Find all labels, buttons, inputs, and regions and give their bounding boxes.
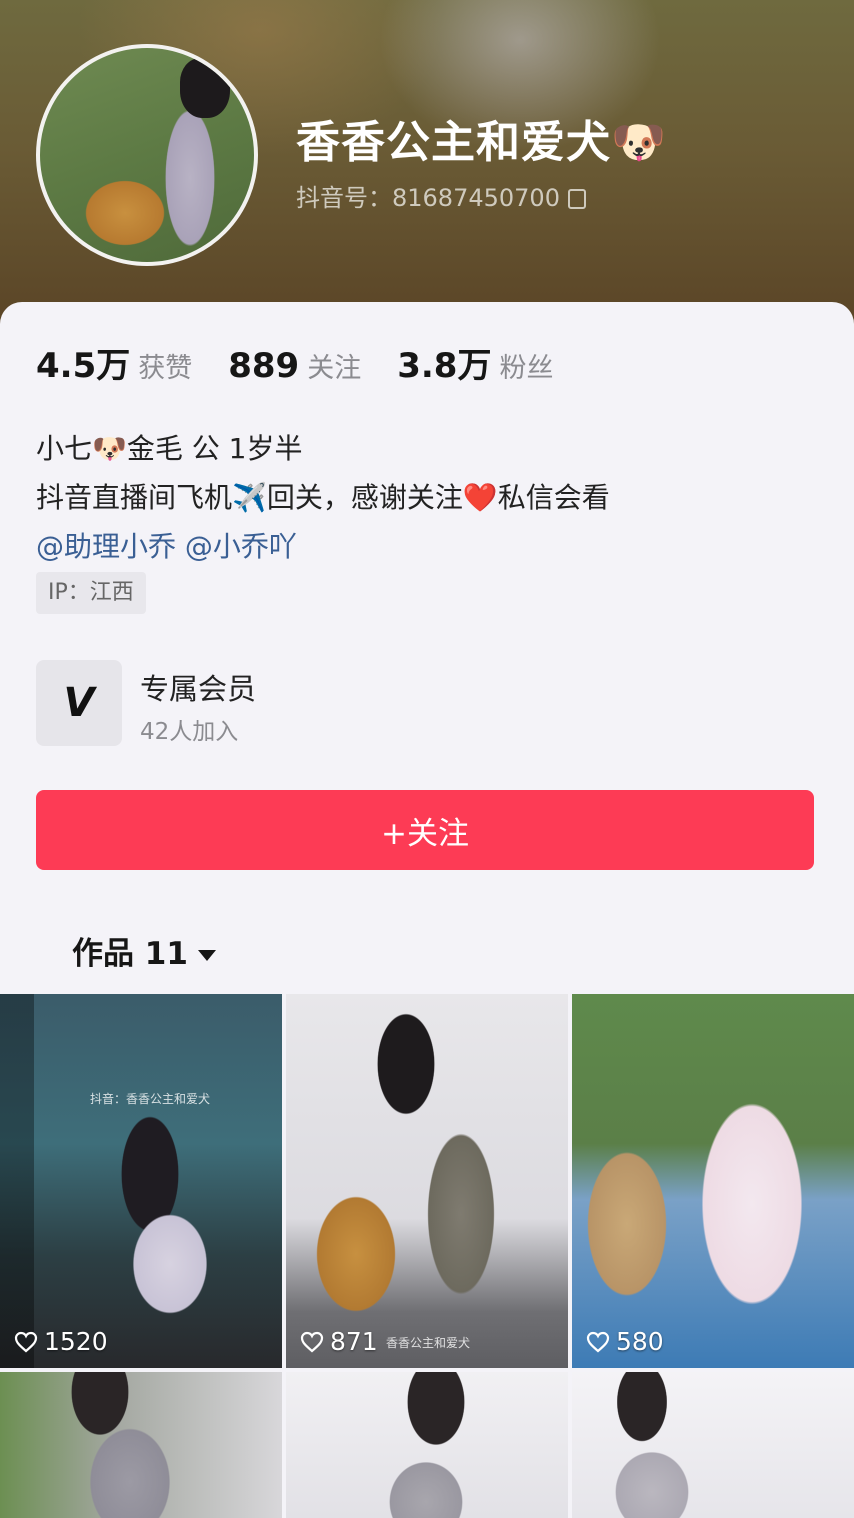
video-watermark: 香香公主和爱犬: [386, 1336, 471, 1350]
follow-button[interactable]: +关注: [36, 790, 814, 870]
chevron-down-icon: [197, 950, 216, 961]
bio-line-2: 抖音直播间飞机✈️回关，感谢关注❤️私信会看: [36, 481, 610, 514]
video-watermark: 抖音：香香公主和爱犬: [90, 1092, 211, 1106]
membership-subtitle: 42人加入: [140, 719, 239, 745]
stat-followers-value: 3.8万: [397, 346, 492, 386]
like-count-text: 1520: [44, 1327, 108, 1356]
video-like-count: 871: [300, 1327, 378, 1356]
stats-row: 4.5万 获赞 889 关注 3.8万 粉丝: [36, 338, 589, 387]
video-thumbnail[interactable]: 香香公主和爱犬 871: [286, 994, 568, 1368]
stat-followers[interactable]: 3.8万 粉丝: [397, 338, 553, 387]
stat-likes[interactable]: 4.5万 获赞: [36, 338, 192, 387]
stat-following-value: 889: [228, 346, 300, 386]
membership-title[interactable]: 专属会员: [140, 666, 256, 708]
stat-followers-label: 粉丝: [499, 353, 554, 384]
video-thumbnail[interactable]: [572, 1372, 854, 1518]
video-grid: 抖音：香香公主和爱犬 1520 香香公主和爱犬 871 580: [0, 994, 854, 1518]
bio: 小七🐶金毛 公 1岁半 抖音直播间飞机✈️回关，感谢关注❤️私信会看 @助理小乔…: [36, 424, 610, 571]
video-thumbnail[interactable]: [0, 1372, 282, 1518]
avatar[interactable]: [36, 44, 258, 266]
stat-likes-label: 获赞: [138, 353, 193, 384]
avatar-hair-shape: [180, 58, 230, 118]
tab-works[interactable]: 作品 11: [72, 928, 216, 973]
bio-mentions: @助理小乔 @小乔吖: [36, 522, 610, 571]
heart-icon: [586, 1331, 610, 1352]
video-thumbnail[interactable]: 580: [572, 994, 854, 1368]
douyin-id-text: 抖音号：81687450700: [296, 184, 560, 212]
tab-works-label: 作品 11: [72, 936, 188, 972]
stat-following-label: 关注: [307, 353, 362, 384]
heart-icon: [300, 1331, 324, 1352]
bio-line-1: 小七🐶金毛 公 1岁半: [36, 432, 303, 465]
ip-location-tag: IP：江西: [36, 572, 146, 614]
video-like-count: 1520: [14, 1327, 108, 1356]
mention-link-2[interactable]: @小乔吖: [185, 530, 297, 563]
stat-following[interactable]: 889 关注: [228, 346, 361, 386]
video-like-count: 580: [586, 1327, 664, 1356]
copy-icon[interactable]: [567, 189, 586, 209]
stat-likes-value: 4.5万: [36, 346, 131, 386]
profile-name: 香香公主和爱犬🐶: [296, 117, 667, 168]
mention-link-1[interactable]: @助理小乔: [36, 530, 176, 563]
like-count-text: 580: [616, 1327, 664, 1356]
douyin-id[interactable]: 抖音号：81687450700: [296, 178, 586, 213]
video-thumbnail[interactable]: [286, 1372, 568, 1518]
membership-v-icon[interactable]: V: [36, 660, 122, 746]
video-thumbnail[interactable]: 抖音：香香公主和爱犬 1520: [0, 994, 282, 1368]
like-count-text: 871: [330, 1327, 378, 1356]
heart-icon: [14, 1331, 38, 1352]
